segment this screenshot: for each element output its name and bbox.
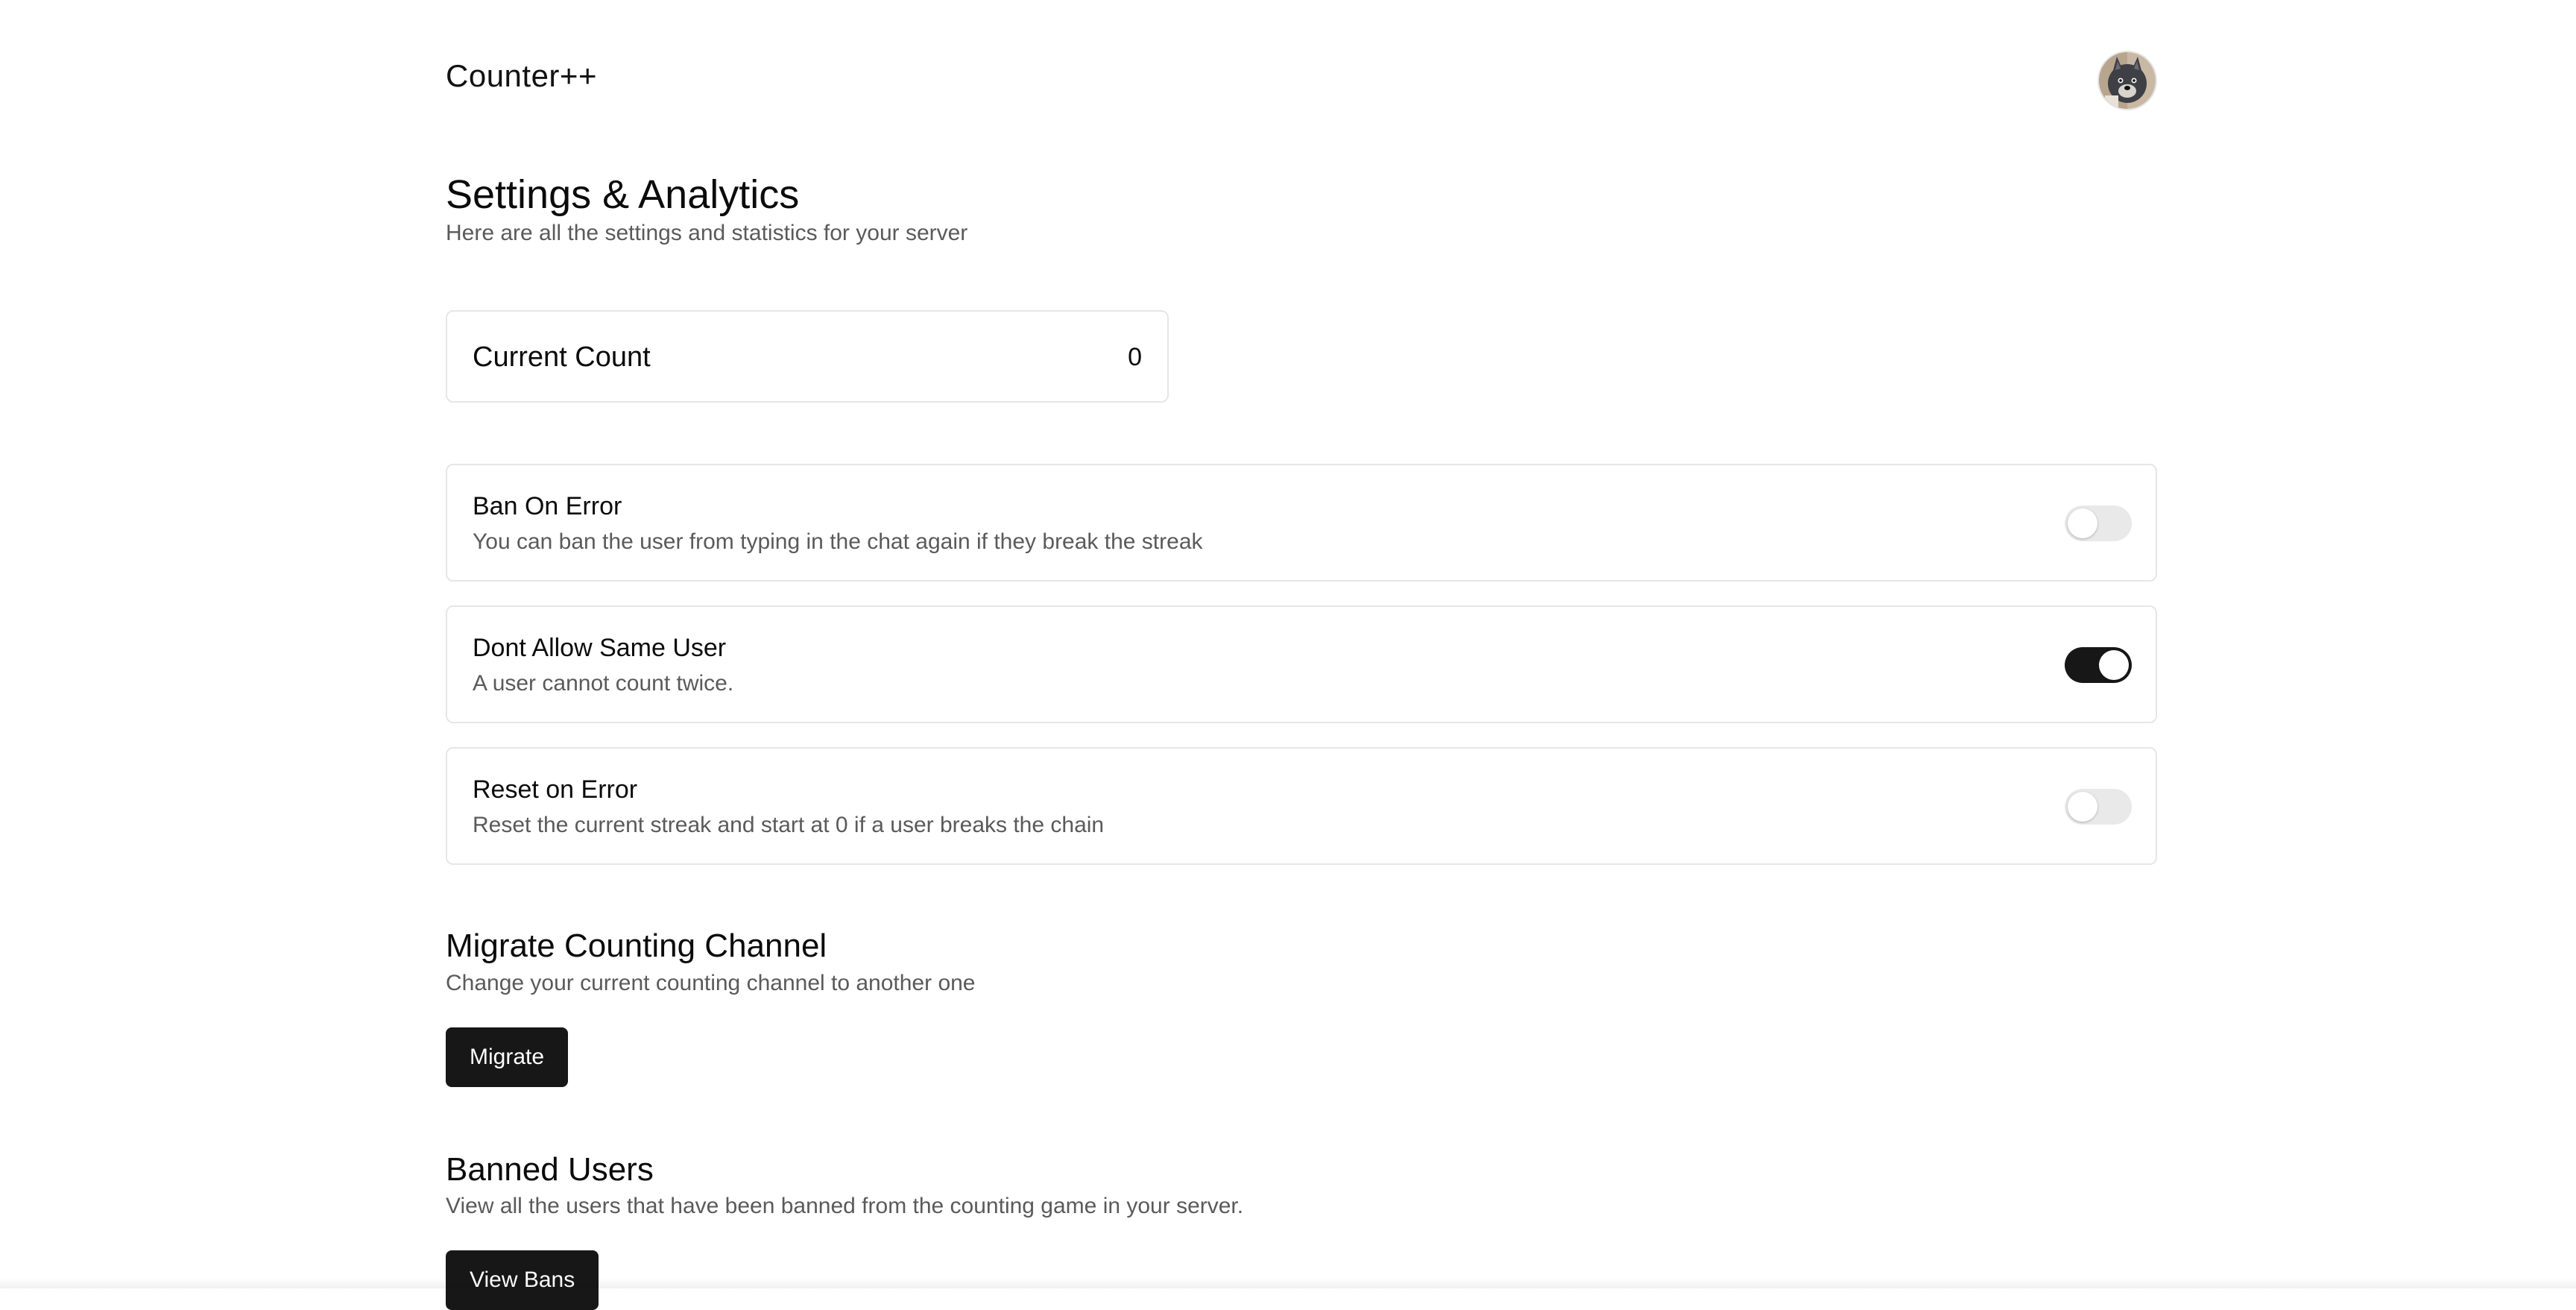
setting-description: You can ban the user from typing in the … (473, 529, 1203, 555)
banned-users-section-description: View all the users that have been banned… (446, 1194, 1243, 1219)
page-subtitle: Here are all the settings and statistics… (446, 221, 967, 246)
toggle-knob (2068, 792, 2097, 822)
wolf-avatar-icon (2099, 52, 2156, 109)
setting-description: A user cannot count twice. (473, 671, 733, 696)
page-title: Settings & Analytics (446, 171, 799, 218)
ban-on-error-toggle[interactable] (2065, 506, 2132, 541)
bottom-fade (0, 1278, 2576, 1288)
setting-title: Dont Allow Same User (473, 634, 726, 663)
reset-on-error-toggle[interactable] (2065, 789, 2132, 825)
current-count-value: 0 (1128, 343, 1142, 372)
setting-card-dont-allow-same-user: Dont Allow Same User A user cannot count… (446, 605, 2157, 723)
migrate-section-description: Change your current counting channel to … (446, 971, 976, 996)
migrate-section-title: Migrate Counting Channel (446, 928, 827, 965)
setting-card-ban-on-error: Ban On Error You can ban the user from t… (446, 464, 2157, 582)
setting-card-reset-on-error: Reset on Error Reset the current streak … (446, 747, 2157, 865)
current-count-card: Current Count 0 (446, 310, 1169, 403)
header: Counter++ (446, 0, 2157, 161)
toggle-knob (2099, 650, 2129, 680)
current-count-label: Current Count (473, 341, 651, 374)
migrate-button[interactable]: Migrate (446, 1027, 568, 1087)
setting-title: Reset on Error (473, 775, 637, 804)
setting-description: Reset the current streak and start at 0 … (473, 813, 1104, 838)
banned-users-section-title: Banned Users (446, 1151, 654, 1188)
user-avatar[interactable] (2097, 51, 2157, 110)
dont-allow-same-user-toggle[interactable] (2065, 647, 2132, 683)
brand-logo[interactable]: Counter++ (446, 58, 597, 94)
setting-title: Ban On Error (473, 492, 622, 521)
toggle-knob (2068, 508, 2097, 538)
